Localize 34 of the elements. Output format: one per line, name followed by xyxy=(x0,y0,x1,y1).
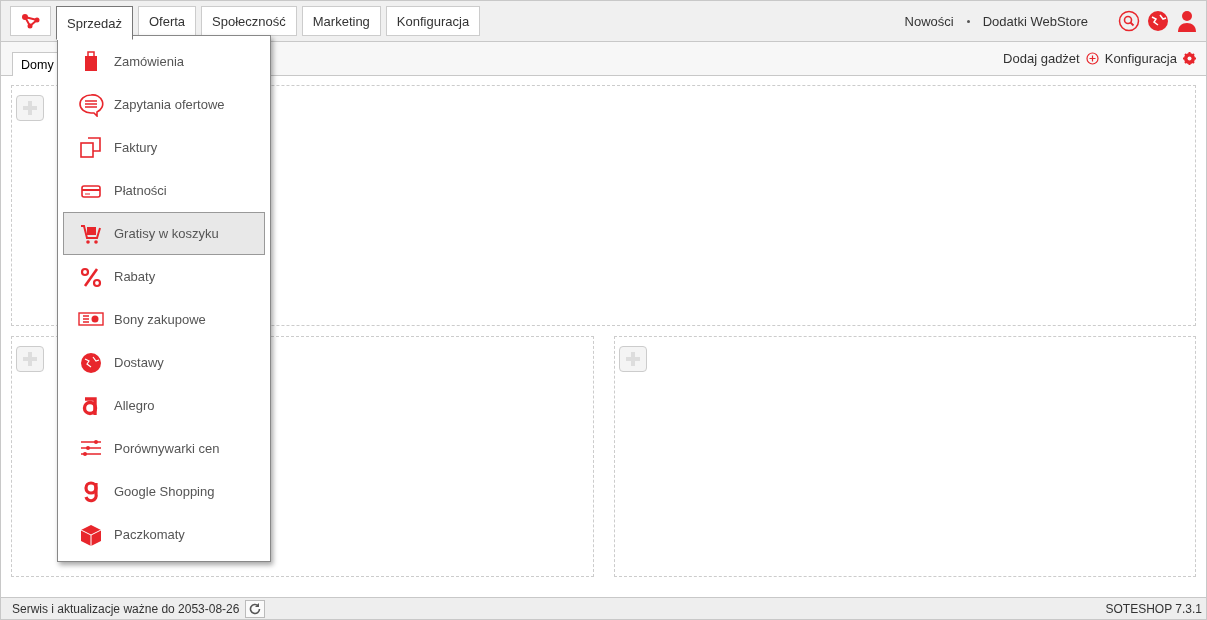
top-link[interactable]: Nowości xyxy=(904,13,954,29)
menu-item[interactable]: Dostawy xyxy=(63,341,265,384)
menu-item[interactable]: Porównywarki cen xyxy=(63,427,265,470)
nav-tab[interactable]: Marketing xyxy=(301,6,381,36)
nav-tab[interactable]: Społeczność xyxy=(201,6,297,36)
documents-icon xyxy=(78,135,104,160)
menu-item[interactable]: Google Shopping xyxy=(63,470,265,513)
nav-tab[interactable]: Sprzedaż xyxy=(56,6,133,40)
version-text: SOTESHOP 7.3.1 xyxy=(1105,601,1202,616)
nav-tab[interactable]: Konfiguracja xyxy=(385,6,481,36)
nav-tab[interactable]: Oferta xyxy=(137,6,197,36)
configuration-link[interactable]: Konfiguracja xyxy=(1104,51,1177,66)
settings-icon[interactable] xyxy=(1183,52,1196,65)
menu-item[interactable]: Paczkomaty xyxy=(63,513,265,556)
menu-item[interactable]: Bony zakupowe xyxy=(63,298,265,341)
license-text: Serwis i aktualizacje ważne do 2053-08-26 xyxy=(12,601,240,616)
add-gadget-link[interactable]: Dodaj gadżet xyxy=(1003,51,1080,66)
separator-dot xyxy=(966,19,970,23)
network-logo-icon xyxy=(20,13,41,29)
menu-item[interactable]: Gratisy w koszyku xyxy=(63,212,265,255)
plus-circle-icon xyxy=(1085,52,1099,65)
speech-bubble-icon xyxy=(78,92,104,117)
search-icon[interactable] xyxy=(1118,10,1140,32)
top-link[interactable]: Dodatki WebStore xyxy=(982,13,1088,29)
menu-item[interactable]: Rabaty xyxy=(63,255,265,298)
menu-item[interactable]: Zapytania ofertowe xyxy=(63,83,265,126)
logo-button[interactable] xyxy=(10,6,51,36)
menu-item[interactable]: Faktury xyxy=(63,126,265,169)
refresh-icon xyxy=(248,601,263,616)
menu-item[interactable]: Płatności xyxy=(63,169,265,212)
package-icon xyxy=(78,522,104,547)
refresh-button[interactable] xyxy=(245,599,266,618)
user-icon[interactable] xyxy=(1176,10,1198,32)
menu-item[interactable]: Allegro xyxy=(63,384,265,427)
